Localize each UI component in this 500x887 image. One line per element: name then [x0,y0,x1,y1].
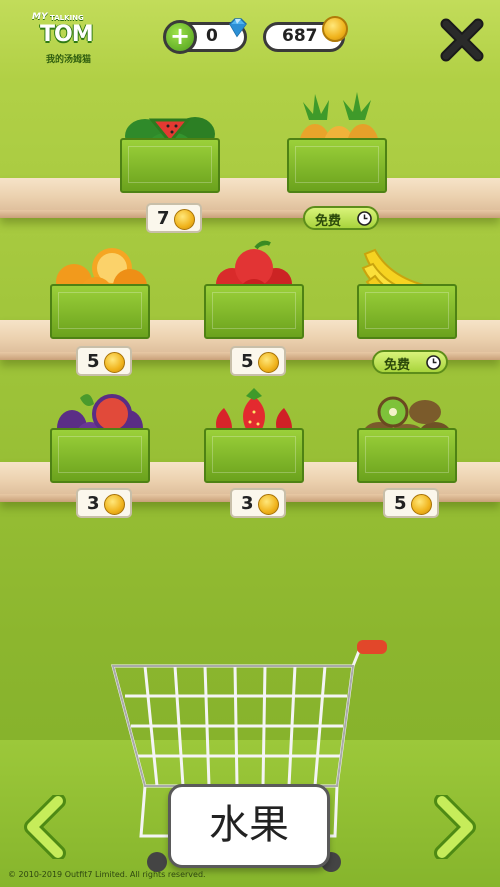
price-tag-kiwi: 5 [383,488,439,518]
clock-icon [426,355,441,370]
coin-icon [104,494,125,515]
crate-watermelon[interactable] [120,98,220,193]
diamond-icon [229,18,247,38]
right-arrow-icon[interactable] [432,795,478,859]
crate-box [50,283,150,339]
coin-icon [104,352,125,373]
close-icon[interactable] [440,18,484,62]
shelf-1 [0,178,500,218]
price-tag-orange: 5 [76,346,132,376]
coin-icon [174,209,195,230]
app-logo: MY TALKING TOM 我的汤姆猫 [30,12,100,68]
price-tag-strawberry: 3 [230,488,286,518]
crate-fig[interactable] [50,388,150,483]
coin-icon [411,494,432,515]
crate-box [357,283,457,339]
logo-my: MY [32,12,48,22]
crate-kiwi[interactable] [357,388,457,483]
price-value: 5 [87,351,100,372]
left-arrow-icon[interactable] [22,795,68,859]
gem-count: 0 [206,26,218,46]
crate-orange[interactable] [50,244,150,339]
free-label: 免费 [315,214,342,229]
crate-box [357,427,457,483]
plus-icon: + [169,22,191,50]
logo-subtitle: 我的汤姆猫 [46,55,92,65]
price-tag-apple: 5 [230,346,286,376]
add-gems-button[interactable]: + [163,20,197,54]
crate-strawberry[interactable] [204,388,304,483]
price-value: 5 [394,493,407,514]
crate-box [204,427,304,483]
price-value: 3 [87,493,100,514]
free-badge-pineapple[interactable]: 免费 [303,206,379,230]
crate-pineapple[interactable] [287,92,387,193]
crate-box [287,137,387,193]
price-value: 5 [241,351,254,372]
coin-icon [258,352,279,373]
clock-icon [357,211,372,226]
category-label: 水果 [168,784,330,868]
crate-box [204,283,304,339]
coin-icon [258,494,279,515]
free-badge-banana[interactable]: 免费 [372,350,448,374]
crate-box [120,137,220,193]
crate-banana[interactable] [357,244,457,339]
copyright-text: © 2010-2019 Outfit7 Limited. All rights … [8,870,206,879]
crate-apple[interactable] [204,240,304,339]
coin-icon [322,16,348,42]
logo-tom: TOM [40,22,94,47]
price-value: 3 [241,493,254,514]
logo-talking: TALKING [50,14,84,22]
crate-box [50,427,150,483]
price-tag-watermelon: 7 [146,203,202,233]
price-value: 7 [157,208,170,229]
free-label: 免费 [384,358,411,373]
coin-count: 687 [282,26,318,46]
price-tag-fig: 3 [76,488,132,518]
